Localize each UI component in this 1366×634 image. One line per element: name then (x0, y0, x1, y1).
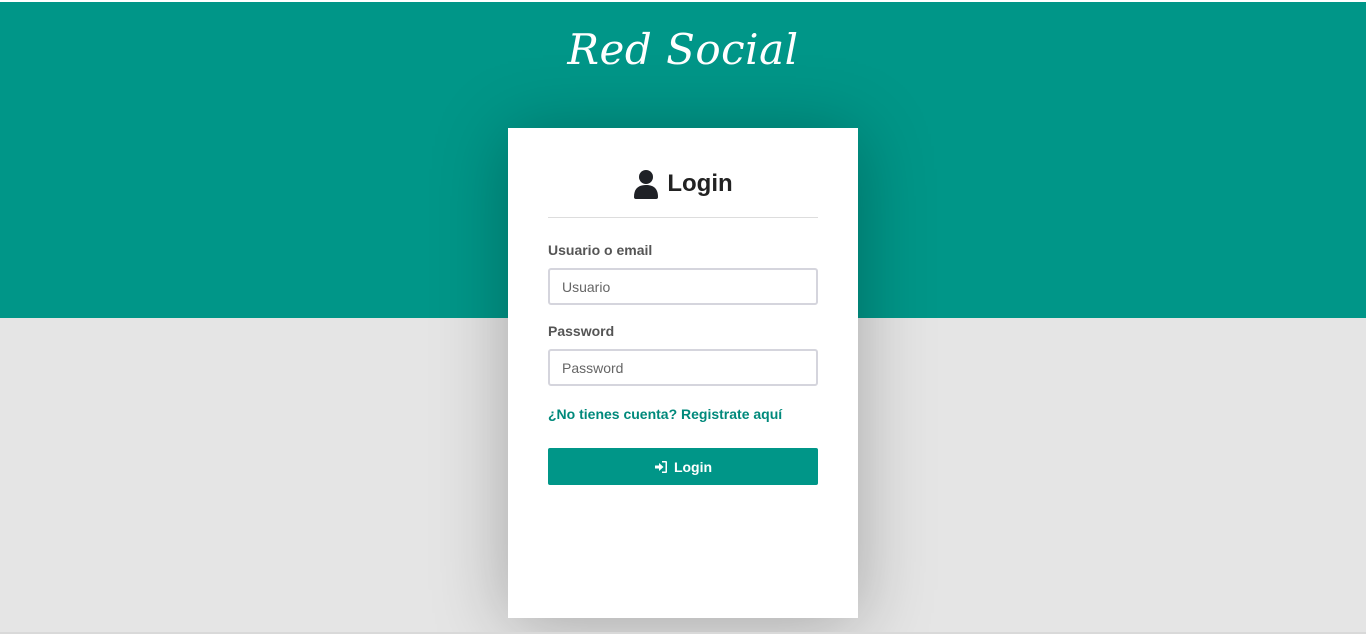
log-in-icon (654, 460, 668, 474)
username-input[interactable] (548, 268, 818, 305)
login-card: Login Usuario o email Password ¿No tiene… (508, 128, 858, 618)
login-title-text: Login (667, 170, 733, 197)
register-link[interactable]: ¿No tienes cuenta? Registrate aquí (548, 406, 818, 422)
user-icon (633, 169, 659, 199)
brand-title: Red Social (567, 25, 799, 74)
username-label: Usuario o email (548, 242, 653, 258)
password-label: Password (548, 323, 615, 339)
password-input[interactable] (548, 349, 818, 386)
login-button-label: Login (673, 458, 713, 475)
title-divider (548, 217, 818, 218)
login-title: Login (548, 168, 818, 200)
login-button[interactable]: Login (548, 448, 818, 485)
